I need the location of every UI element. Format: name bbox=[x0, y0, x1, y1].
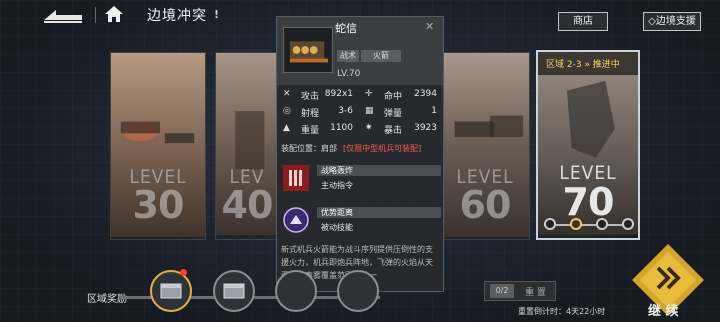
progress-node bbox=[622, 218, 634, 230]
equip-restriction-warning: [仅限中型机兵可装配] bbox=[343, 144, 422, 153]
stat-label: 攻击 bbox=[301, 92, 320, 102]
stat-row: ◎ 射程 3-6 ▦ 弹量 1 bbox=[281, 104, 441, 119]
stat-value: 1 bbox=[431, 106, 437, 116]
info-icon[interactable]: ! bbox=[214, 8, 222, 21]
accuracy-icon: ✛ bbox=[365, 89, 373, 99]
skill-type: 主动指令 bbox=[321, 181, 353, 190]
skill-name: 战略轰炸 bbox=[317, 165, 441, 176]
progress-node-current bbox=[570, 218, 582, 230]
stage-card-level-40[interactable]: LEV 40 bbox=[215, 52, 279, 240]
border-support-button[interactable]: ◇边境支援 bbox=[643, 12, 701, 31]
weapon-tag-rocket: 火箭 bbox=[361, 50, 401, 62]
advantage-range-icon bbox=[283, 207, 309, 233]
stage-progress-track bbox=[544, 224, 632, 226]
weight-icon: ▲ bbox=[283, 123, 290, 133]
skill-type: 被动技能 bbox=[321, 223, 353, 232]
stat-label: 暴击 bbox=[384, 126, 403, 136]
equip-slot-label: 装配位置：肩部 bbox=[281, 144, 337, 153]
weapon-level: LV.70 bbox=[337, 69, 361, 79]
skill-item[interactable]: 战略轰炸 主动指令 bbox=[283, 165, 441, 195]
reward-chest-button[interactable] bbox=[275, 270, 317, 312]
back-icon[interactable] bbox=[42, 6, 84, 24]
skill-item[interactable]: 优势距离 被动技能 bbox=[283, 207, 441, 237]
reward-chest-button[interactable] bbox=[150, 270, 192, 312]
stage-card-level-70-current[interactable]: 区域 2-3 » 推进中 LEVEL 70 bbox=[536, 50, 640, 240]
reward-chest-button[interactable] bbox=[213, 270, 255, 312]
reward-chest-button[interactable] bbox=[337, 270, 379, 312]
divider bbox=[95, 7, 96, 23]
equip-slot-info: 装配位置：肩部 [仅限中型机兵可装配] bbox=[281, 143, 421, 154]
close-icon[interactable]: ✕ bbox=[425, 20, 434, 33]
stat-row: ✕ 攻击 892x1 ✛ 命中 2394 bbox=[281, 87, 441, 102]
weapon-name: 蛇信 bbox=[335, 22, 357, 35]
stat-value: 892x1 bbox=[324, 89, 353, 99]
progress-node bbox=[596, 218, 608, 230]
notification-dot bbox=[180, 269, 187, 276]
level-number: 30 bbox=[132, 183, 185, 227]
reset-count: 0/2 bbox=[490, 284, 514, 298]
critical-icon: ✷ bbox=[365, 123, 373, 133]
range-icon: ◎ bbox=[283, 106, 291, 116]
attack-icon: ✕ bbox=[283, 89, 291, 99]
weapon-tag-tactic: 战术 bbox=[337, 50, 359, 62]
chest-icon bbox=[223, 283, 245, 299]
stat-label: 重量 bbox=[301, 126, 320, 136]
reset-label: 重 置 bbox=[525, 288, 546, 298]
chest-icon bbox=[160, 283, 182, 299]
stage-card-level-30[interactable]: LEVEL 30 bbox=[110, 52, 206, 240]
stat-label: 射程 bbox=[301, 109, 320, 119]
progress-node bbox=[544, 218, 556, 230]
stat-value: 3923 bbox=[414, 123, 437, 133]
level-number: 70 bbox=[562, 180, 615, 224]
stat-row: ▲ 重量 1100 ✷ 暴击 3923 bbox=[281, 121, 441, 136]
strategic-bombing-icon bbox=[283, 165, 309, 191]
rocket-launcher-icon bbox=[283, 27, 333, 73]
ammo-icon: ▦ bbox=[365, 106, 374, 116]
stat-label: 命中 bbox=[384, 92, 403, 102]
level-number: 40 bbox=[221, 183, 274, 227]
stage-card-level-60[interactable]: LEVEL 60 bbox=[440, 52, 530, 240]
weapon-detail-popup: 蛇信 ✕ 战术 火箭 LV.70 ✕ 攻击 892x1 ✛ 命中 2394 ◎ … bbox=[276, 16, 444, 292]
reset-countdown: 重置倒计时：4天22小时 bbox=[518, 307, 606, 316]
stat-value: 3-6 bbox=[338, 106, 353, 116]
stat-value: 2394 bbox=[414, 89, 437, 99]
stat-value: 1100 bbox=[330, 123, 353, 133]
home-icon[interactable] bbox=[104, 4, 124, 24]
level-number: 60 bbox=[459, 183, 512, 227]
stat-label: 弹量 bbox=[384, 109, 403, 119]
page-title: 边境冲突 bbox=[147, 8, 207, 24]
zone-progress-tag: 区域 2-3 » 推进中 bbox=[546, 60, 620, 70]
skill-name: 优势距离 bbox=[317, 207, 441, 218]
shop-button[interactable]: 商店 bbox=[558, 12, 608, 31]
continue-label: 继 续 bbox=[648, 304, 679, 319]
